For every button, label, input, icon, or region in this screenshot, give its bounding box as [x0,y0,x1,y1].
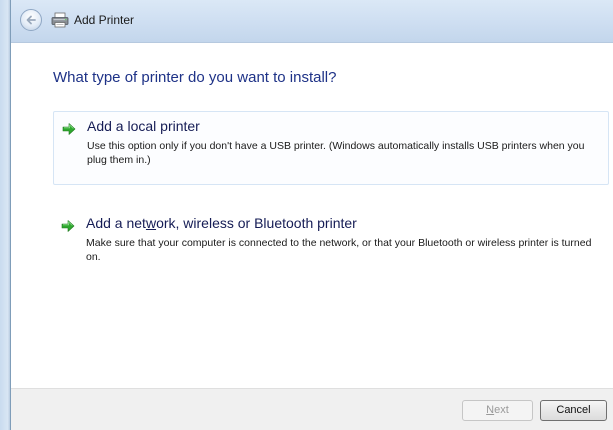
option-description: Make sure that your computer is connecte… [86,237,592,263]
add-printer-window: Add Printer What type of printer do you … [0,0,613,430]
option-description: Use this option only if you don't have a… [87,140,585,166]
access-key: N [486,404,495,416]
wizard-content: What type of printer do you want to inst… [11,43,613,388]
button-bar: Next Cancel [11,388,613,430]
add-network-printer-option[interactable]: Add a network, wireless or Bluetooth pri… [53,209,609,279]
back-button[interactable] [20,9,42,31]
option-title-part: Add a net [86,215,146,231]
option-title: Add a local printer [87,118,200,134]
add-local-printer-option[interactable]: Add a local printer Use this option only… [53,111,609,185]
option-title-part: ork, wireless or Bluetooth printer [156,215,357,231]
back-arrow-icon [26,15,36,25]
page-heading: What type of printer do you want to inst… [53,69,337,86]
next-button[interactable]: Next [462,400,533,421]
printer-icon [51,12,69,28]
green-arrow-icon [61,220,75,232]
window-title: Add Printer [74,13,135,27]
title-bar: Add Printer [11,0,613,43]
cancel-button[interactable]: Cancel [540,400,607,421]
next-label: ext [494,404,509,416]
access-key: w [145,215,157,231]
window-frame-left [0,0,11,430]
green-arrow-icon [62,123,76,135]
option-title: Add a network, wireless or Bluetooth pri… [86,215,357,231]
